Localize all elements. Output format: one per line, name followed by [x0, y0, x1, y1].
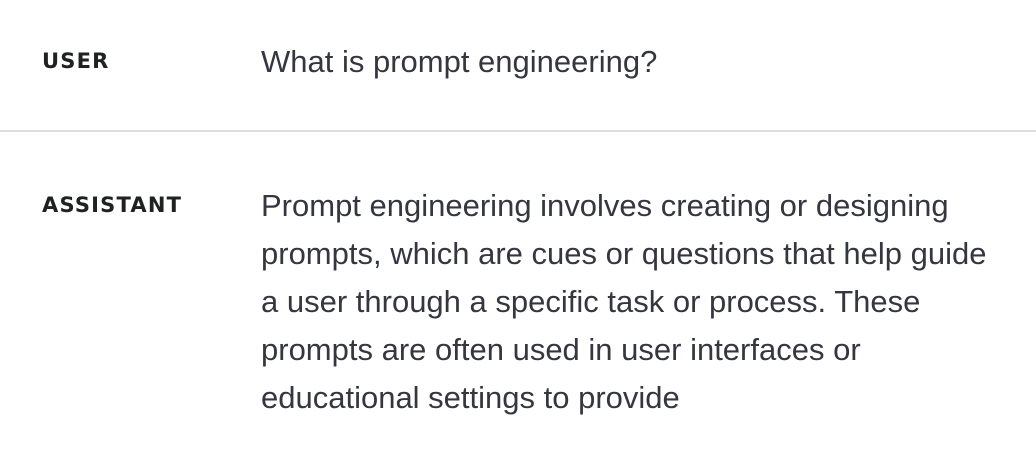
- user-message: USER What is prompt engineering?: [0, 0, 1036, 132]
- user-role-label: USER: [42, 49, 110, 73]
- assistant-role-label: ASSISTANT: [42, 193, 183, 217]
- assistant-message: ASSISTANT Prompt engineering involves cr…: [0, 132, 1036, 464]
- user-message-text[interactable]: What is prompt engineering?: [261, 38, 1001, 86]
- assistant-message-text[interactable]: Prompt engineering involves creating or …: [261, 182, 1001, 422]
